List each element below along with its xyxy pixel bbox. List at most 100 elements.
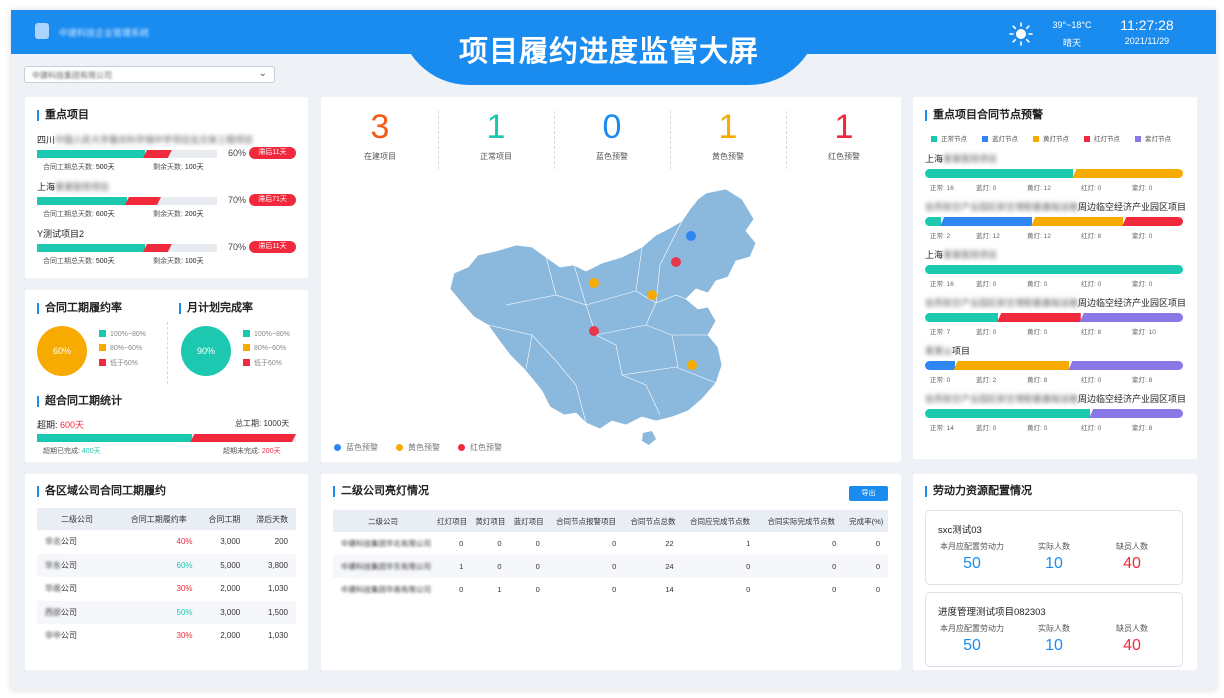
legend-swatch — [243, 344, 250, 351]
node-count: 黄灯: 0 — [1027, 281, 1048, 288]
lights-cell: 1 — [497, 585, 502, 594]
regional-company-link[interactable]: 华中公司 — [37, 624, 117, 648]
regional-delay: 1,500 — [248, 600, 296, 624]
node-project-name[interactable]: 某某山项目 — [925, 344, 970, 357]
lights-company-link[interactable]: 中建科技集团华南有限公司 — [333, 578, 433, 601]
legend-swatch — [1084, 136, 1090, 142]
rate-legend-item: 80%~60% — [99, 344, 142, 352]
stat-separator — [670, 111, 671, 169]
weather-text: 晴天 — [1062, 38, 1081, 48]
node-count: 正常: 0 — [930, 377, 951, 384]
node-count: 黄灯: 12 — [1027, 233, 1051, 240]
legend-dot — [396, 444, 403, 451]
lights-cell: 0 — [471, 555, 510, 578]
node-project-name[interactable]: 上海某某医院项目 — [925, 152, 997, 165]
lights-company-link[interactable]: 中建科技集团华东有限公司 — [333, 555, 433, 578]
stat-label: 红色预警 — [828, 152, 860, 161]
node-count: 紫灯: 0 — [1132, 281, 1153, 288]
node-warning-panel: 重点项目合同节点预警 正常节点 蓝灯节点 黄灯节点 红灯节点 紫灯节点 上海某某医院项目… — [913, 97, 1197, 459]
legend-swatch — [982, 136, 988, 142]
node-status-segment — [925, 217, 942, 226]
node-legend-item: 正常节点 — [931, 133, 967, 143]
lights-column-header: 黄灯项目 — [471, 510, 510, 532]
stat-value: 1 — [718, 108, 738, 146]
node-status-segment — [1031, 217, 1124, 226]
node-status-segment — [1068, 361, 1183, 370]
labor-panel: 劳动力资源配置情况 sxc测试03 本月应配置劳动力 50 实际人数 10 缺员人数 40 进… — [913, 474, 1197, 670]
regional-duration: 5,000 — [200, 553, 249, 577]
company-select[interactable]: 中建科技集团有限公司 ⌄ — [24, 66, 275, 83]
key-project-percent: 60% — [228, 148, 247, 158]
regional-company-link[interactable]: 华北公司 — [37, 530, 117, 554]
key-project-progress-bar — [37, 150, 217, 158]
lights-cell: 0 — [844, 555, 888, 578]
key-project-name[interactable]: 四川中国人民大学重庆科学城中学项目及文体工程项目 — [37, 133, 253, 146]
regional-table: 二级公司 合同工期履约率 合同工期 滞后天数 华北公司 40% 3,000 200 华东公司 6… — [37, 508, 296, 648]
table-row: 华东公司 60% 5,000 3,800 — [37, 553, 296, 577]
legend-swatch — [243, 330, 250, 337]
node-warning-title: 重点项目合同节点预警 — [925, 110, 1043, 121]
lights-cell: 0 — [459, 539, 464, 548]
lights-cell: 0 — [612, 539, 617, 548]
key-project-percent: 70% — [228, 242, 247, 252]
node-status-segment — [1122, 217, 1183, 226]
remaining-days: 剩余天数: 200天 — [153, 211, 204, 218]
lights-column-header: 红灯项目 — [433, 510, 472, 532]
stat-label: 正常项目 — [480, 152, 512, 161]
lights-cell: 0 — [535, 539, 540, 548]
node-project-name-blurred: 自贡航空产业园区航空港配套基础设施 — [925, 202, 1079, 212]
stat-label: 黄色预警 — [712, 152, 744, 161]
node-status-bar — [925, 217, 1183, 226]
node-count: 红灯: 0 — [1081, 281, 1102, 288]
key-project-name[interactable]: Y测试项目2 — [37, 227, 84, 240]
progress-lag — [143, 150, 172, 158]
lights-column-header: 合同节点总数 — [624, 510, 682, 532]
total-duration: 总工期: 1000天 — [235, 419, 290, 428]
node-status-segment — [925, 265, 1183, 274]
lights-cell: 1 — [433, 555, 472, 578]
node-status-segment — [1072, 169, 1183, 178]
legend-swatch — [1135, 136, 1141, 142]
labor-value: 40 — [1123, 637, 1141, 654]
key-project-percent: 70% — [228, 195, 247, 205]
perf-rate-circle: 60% — [37, 326, 87, 376]
node-project-name[interactable]: 自贡航空产业园区航空港配套基础设施周边临空经济产业园区项目 — [925, 392, 1186, 405]
regional-delay: 1,030 — [267, 584, 288, 594]
labor-project-name: 进度管理测试项目082303 — [938, 607, 1046, 618]
regional-company-link[interactable]: 华南公司 — [37, 577, 117, 601]
lights-cell: 14 — [665, 585, 674, 594]
regional-delay: 3,800 — [248, 553, 296, 577]
lights-cell: 0 — [547, 555, 625, 578]
node-count: 黄灯: 12 — [1027, 185, 1051, 192]
regional-company-link[interactable]: 华东公司 — [37, 553, 117, 577]
node-count: 蓝灯: 0 — [976, 425, 997, 432]
regional-rate: 30% — [176, 584, 193, 594]
node-project-name[interactable]: 上海某某医院项目 — [925, 248, 997, 261]
temperature: 39°~18°C — [1052, 20, 1092, 30]
lights-cell: 0 — [875, 585, 880, 594]
key-project-name-blurred: 某某医院项目 — [55, 182, 110, 192]
node-status-bar — [925, 169, 1183, 178]
node-project-name[interactable]: 自贡航空产业园区航空港配套基础设施周边临空经济产业园区项目 — [925, 200, 1186, 213]
regional-panel: 各区域公司合同工期履约 二级公司 合同工期履约率 合同工期 滞后天数 华北公司 40% 3… — [25, 474, 308, 670]
table-row: 中建科技集团华东有限公司 1 0 0 0 24 0 0 0 — [333, 555, 888, 578]
regional-rate: 50% — [117, 600, 201, 624]
labor-project-name: sxc测试03 — [938, 525, 982, 536]
node-project-name-blurred: 某某医院项目 — [943, 250, 998, 260]
total-days: 合同工期总天数: 500天 — [43, 258, 115, 265]
node-project-name[interactable]: 自贡航空产业园区航空港配套基础设施周边临空经济产业园区项目 — [925, 296, 1186, 309]
legend-swatch — [1033, 136, 1039, 142]
lights-cell: 0 — [681, 555, 759, 578]
lights-company-link[interactable]: 中建科技集团华北有限公司 — [333, 532, 433, 555]
node-count: 红灯: 8 — [1081, 233, 1102, 240]
export-button[interactable]: 导出 — [849, 486, 888, 501]
node-status-segment — [925, 409, 1091, 418]
node-count: 红灯: 8 — [1081, 329, 1102, 336]
node-count: 紫灯: 10 — [1132, 329, 1156, 336]
key-project-name[interactable]: 上海某某医院项目 — [37, 180, 109, 193]
stat-value: 1 — [834, 108, 854, 146]
regional-company-link[interactable]: 西部公司 — [37, 600, 117, 624]
node-count: 紫灯: 8 — [1132, 425, 1153, 432]
key-project-prefix: 四川 — [37, 135, 56, 145]
table-row: 华北公司 40% 3,000 200 — [37, 530, 296, 554]
